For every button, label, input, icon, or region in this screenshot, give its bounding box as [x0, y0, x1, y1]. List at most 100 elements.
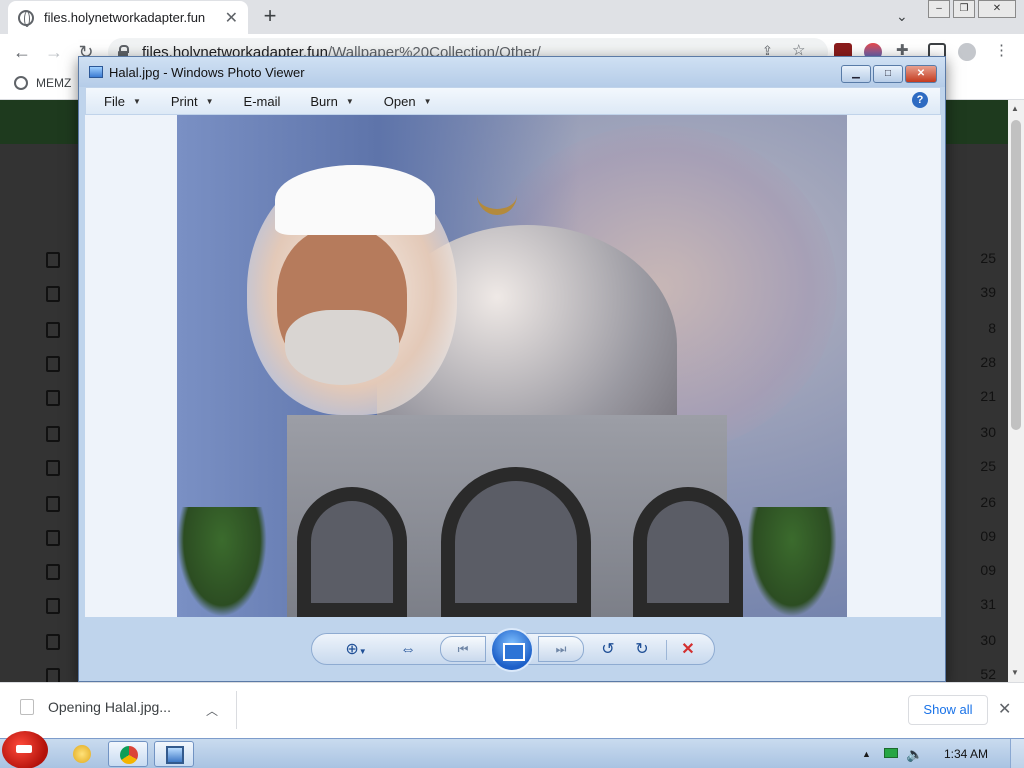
dropdown-arrow-icon: ▼ [423, 96, 432, 106]
download-status: Opening Halal.jpg... [48, 699, 171, 715]
image-file-icon [46, 390, 60, 406]
globe-icon [14, 76, 28, 90]
volume-icon[interactable]: 🔈 [906, 739, 923, 768]
photo-beard [285, 310, 399, 385]
profile-avatar-icon[interactable] [958, 43, 976, 61]
start-button-icon[interactable] [2, 731, 48, 768]
photo-palm-tree [747, 507, 837, 617]
help-icon[interactable]: ? [912, 92, 928, 108]
displayed-photo [177, 115, 847, 617]
kebab-menu-icon[interactable]: ⋮ [994, 41, 1012, 59]
file-size: 28 [980, 354, 996, 370]
window-title: Halal.jpg - Windows Photo Viewer [109, 64, 305, 80]
taskbar-chrome[interactable] [108, 741, 148, 767]
image-file-icon [46, 598, 60, 614]
maximize-button[interactable]: □ [873, 65, 903, 83]
taskbar-clock[interactable]: 1:34 AM [944, 739, 988, 768]
delete-icon[interactable]: ✕ [674, 638, 702, 662]
close-icon[interactable]: ✕ [998, 699, 1011, 719]
bookmark-memz[interactable]: MEMZ [14, 76, 71, 90]
bookmark-label: MEMZ [36, 76, 72, 90]
menu-print[interactable]: Print ▼ [153, 94, 226, 109]
show-all-button[interactable]: Show all [908, 695, 988, 725]
file-size: 25 [980, 250, 996, 266]
file-icon [20, 699, 34, 715]
taskbar-photo-viewer[interactable] [154, 741, 194, 767]
file-size: 39 [980, 284, 996, 300]
close-button[interactable]: ✕ [905, 65, 937, 83]
tab-close-icon[interactable]: ✕ [225, 8, 238, 28]
tab-title: files.holynetworkadapter.fun [44, 10, 206, 25]
menu-label: Open [383, 93, 416, 109]
image-file-icon [46, 322, 60, 338]
network-icon[interactable] [884, 739, 898, 768]
image-file-icon [46, 426, 60, 442]
downloads-bar: Opening Halal.jpg... ︿ Show all ✕ [0, 682, 1024, 738]
photo-arch [633, 487, 743, 617]
globe-icon [18, 9, 34, 27]
image-canvas[interactable] [85, 115, 941, 617]
dropdown-arrow-icon: ▼ [132, 96, 141, 106]
taskbar-explorer[interactable] [62, 741, 102, 767]
photo-arch [441, 467, 591, 617]
rotate-clockwise-icon[interactable]: ↻ [628, 638, 656, 662]
image-file-icon [46, 564, 60, 580]
show-desktop-button[interactable] [1010, 739, 1024, 768]
menu-label: Burn [310, 93, 338, 109]
actual-size-icon[interactable]: ⇔ [394, 638, 422, 662]
chevron-up-icon[interactable]: ︿ [206, 702, 218, 719]
download-item[interactable]: Opening Halal.jpg... [20, 699, 171, 715]
menu-burn[interactable]: Burn ▼ [292, 94, 365, 109]
folder-icon [73, 745, 91, 763]
forward-arrow-icon[interactable]: → [42, 40, 66, 64]
browser-tab[interactable]: files.holynetworkadapter.fun ✕ [8, 1, 248, 34]
scroll-down-icon[interactable]: ▼ [1011, 668, 1019, 677]
image-file-icon [46, 286, 60, 302]
rotate-counterclockwise-icon[interactable]: ↺ [594, 638, 622, 662]
photo-arch [297, 487, 407, 617]
page-scrollbar[interactable]: ▲ ▼ [1008, 100, 1024, 682]
file-size: 26 [980, 494, 996, 510]
browser-minimize-button[interactable]: – [928, 0, 950, 18]
file-size: 31 [980, 596, 996, 612]
scroll-thumb[interactable] [1011, 120, 1021, 430]
browser-restore-button[interactable]: ❐ [953, 0, 975, 18]
photo-viewer-titlebar[interactable]: Halal.jpg - Windows Photo Viewer [79, 57, 945, 87]
menu-label: File [104, 93, 125, 109]
slideshow-icon[interactable] [490, 628, 534, 672]
file-size: 30 [980, 424, 996, 440]
new-tab-button[interactable]: + [258, 4, 282, 28]
tray-expand-icon[interactable]: ▲ [862, 739, 871, 768]
file-size: 25 [980, 458, 996, 474]
back-arrow-icon[interactable]: ← [10, 40, 34, 64]
photo-crescent [477, 175, 517, 215]
chrome-icon [120, 746, 138, 764]
image-file-icon [46, 252, 60, 268]
image-file-icon [46, 634, 60, 650]
photo-viewer-app-icon [89, 66, 103, 78]
menu-email[interactable]: E-mail [226, 94, 293, 109]
tab-search-chevron-icon[interactable]: ⌄ [896, 8, 908, 25]
photo-palm-tree [177, 507, 267, 617]
file-size: 52 [980, 666, 996, 682]
taskbar: ▲ 🔈 1:34 AM [0, 731, 1024, 768]
menu-label: Print [170, 93, 198, 109]
previous-icon[interactable]: ⏮ [440, 636, 486, 662]
browser-close-button[interactable]: ✕ [978, 0, 1016, 18]
image-file-icon [46, 496, 60, 512]
photo-viewer-icon [166, 746, 184, 764]
zoom-icon[interactable]: ⊕▼ [338, 638, 374, 662]
minimize-button[interactable]: ▁ [841, 65, 871, 83]
toolbar-divider [666, 640, 667, 660]
scroll-up-icon[interactable]: ▲ [1011, 104, 1019, 113]
image-file-icon [46, 530, 60, 546]
file-size: 30 [980, 632, 996, 648]
file-size: 09 [980, 528, 996, 544]
menu-label: E-mail [243, 93, 281, 109]
next-icon[interactable]: ⏭ [538, 636, 584, 662]
dropdown-arrow-icon: ▼ [205, 96, 214, 106]
photo-white-cap [275, 165, 435, 235]
menu-open[interactable]: Open ▼ [366, 94, 444, 109]
menu-file[interactable]: File ▼ [86, 94, 153, 109]
image-file-icon [46, 460, 60, 476]
